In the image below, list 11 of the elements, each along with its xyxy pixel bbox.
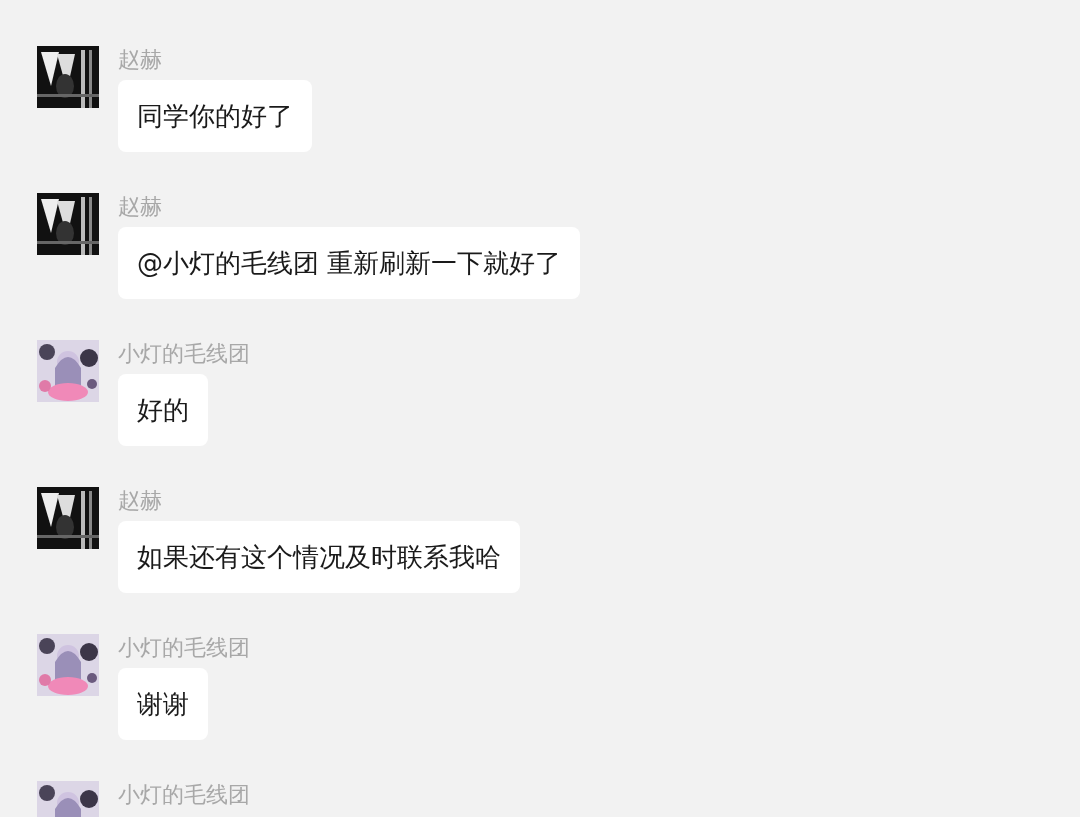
message-bubble: @小灯的毛线团 重新刷新一下就好了 xyxy=(118,227,581,299)
message-bubble: 如果还有这个情况及时联系我哈 xyxy=(118,521,520,593)
sender-name: 小灯的毛线团 xyxy=(118,634,250,662)
sender-name: 赵赫 xyxy=(118,487,162,515)
message-bubble: 好的 xyxy=(118,374,208,446)
sender-name: 赵赫 xyxy=(118,46,162,74)
sender-name: 赵赫 xyxy=(118,193,162,221)
sender-name: 小灯的毛线团 xyxy=(118,781,250,809)
message-bubble: 同学你的好了 xyxy=(118,80,312,152)
message-bubble: 谢谢 xyxy=(118,668,208,740)
sender-name: 小灯的毛线团 xyxy=(118,340,250,368)
